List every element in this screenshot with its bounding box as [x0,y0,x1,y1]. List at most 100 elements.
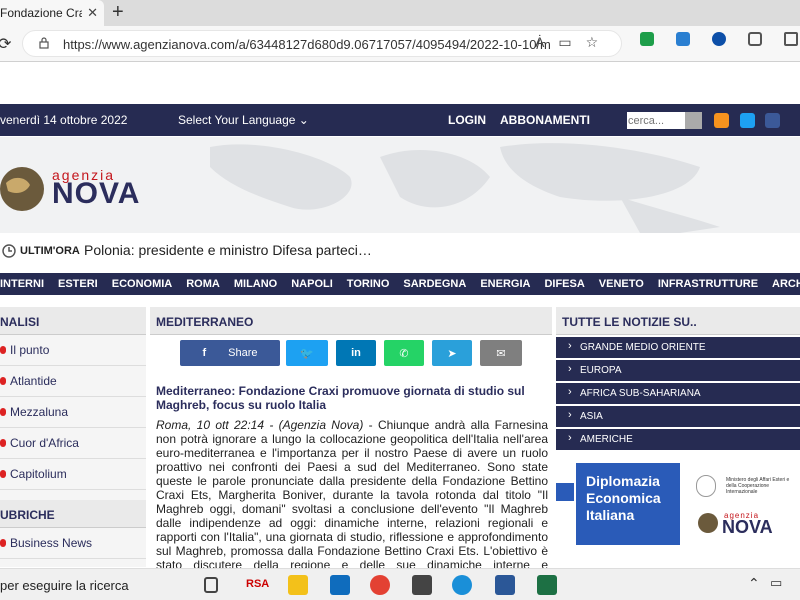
nav-economia[interactable]: ECONOMIA [112,278,173,290]
breaking-news-bar: ULTIM'ORA Polonia: presidente e ministro… [0,238,800,264]
extension-shield-icon[interactable] [676,32,690,46]
tab-title: Fondazione Craxi [0,6,82,20]
diplomazia-box: Diplomazia Economica Italiana [576,463,680,545]
nav-veneto[interactable]: VENETO [599,278,644,290]
sidebar-item-capitolium[interactable]: Capitolium [0,459,146,490]
nav-milano[interactable]: MILANO [234,278,277,290]
whatsapp-icon: ✆ [399,347,409,360]
ad-nova-globe-icon [698,513,718,533]
facebook-icon[interactable] [765,113,780,128]
article-dateline: Roma, 10 ott 22:14 - (Agenzia Nova) [156,418,364,432]
nav-difesa[interactable]: DIFESA [544,278,584,290]
word-icon[interactable] [495,575,515,595]
url-text: https://www.agenzianova.com/a/63448127d6… [63,37,551,52]
ad-logo-nova: NOVA [722,517,773,537]
region-link-asia[interactable]: ASIA [556,406,800,427]
nav-energia[interactable]: ENERGIA [480,278,530,290]
close-icon[interactable]: ✕ [87,5,98,21]
browser-tab[interactable]: Fondazione Craxi ✕ [0,0,104,26]
ad-line-1: Diplomazia [586,473,660,489]
task-view-icon[interactable] [204,577,218,593]
main-navigation: INTERNI ESTERI ECONOMIA ROMA MILANO NAPO… [0,273,800,295]
left-sidebar: NALISI Il punto Atlantide Mezzaluna Cuor… [0,307,146,567]
article-body: Roma, 10 ott 22:14 - (Agenzia Nova) - Ch… [156,418,548,568]
sidebar-item-cuor-dafrica[interactable]: Cuor d'Africa [0,428,146,459]
twitter-icon: 🐦 [300,347,314,360]
nav-infrastrutture[interactable]: INFRASTRUTTURE [658,278,758,290]
sidebar-item-business-news[interactable]: Business News [0,528,146,559]
breaking-label: ULTIM'ORA [20,245,80,257]
breaking-headline[interactable]: Polonia: presidente e ministro Difesa pa… [84,242,372,258]
ad-line-2: Economica [586,490,661,506]
analysis-header: NALISI [0,307,146,335]
ad-line-3: Italiana [586,507,635,523]
url-field[interactable]: https://www.agenzianova.com/a/63448127d6… [22,30,622,57]
taskbar-search[interactable]: per eseguire la ricerca [0,578,129,593]
nav-roma[interactable]: ROMA [186,278,220,290]
whatsapp-share-button[interactable]: ✆ [384,340,424,366]
rsa-app[interactable]: RSA [246,578,269,590]
address-bar: ⟳ https://www.agenzianova.com/a/63448127… [0,26,800,62]
sidebar-item-il-punto[interactable]: Il punto [0,335,146,366]
diplomazia-logo-icon [556,483,574,501]
current-date: venerdì 14 ottobre 2022 [0,113,128,127]
extensions-puzzle-icon[interactable] [748,32,762,46]
nav-interni[interactable]: INTERNI [0,278,44,290]
file-explorer-icon[interactable] [288,575,308,595]
language-selector[interactable]: Select Your Language ⌄ [178,113,309,127]
article-text: - Chiunque andrà alla Farnesina non potr… [156,418,548,568]
windows-taskbar: per eseguire la ricerca RSA ⌃ ▭ [0,568,800,600]
email-icon: ✉ [496,347,506,360]
browser-tab-bar: Fondazione Craxi ✕ + [0,0,800,26]
chrome-icon[interactable] [370,575,390,595]
ministry-label: Ministero degli Affari Esteri e della Co… [726,477,790,495]
columns-header: UBRICHE [0,500,146,528]
edge-icon[interactable] [452,575,472,595]
extension-blue-icon[interactable] [712,32,726,46]
app-icon[interactable] [412,575,432,595]
facebook-share-button[interactable]: f Share [180,340,280,366]
sidebar-item-atlantide[interactable]: Atlantide [0,366,146,397]
italy-emblem-icon [696,475,716,497]
chevron-up-icon[interactable]: ⌃ [748,575,760,592]
search-icon[interactable] [685,112,702,129]
network-icon[interactable]: ▭ [770,575,782,591]
site-banner: agenzia NOVA [0,137,800,233]
favorite-icon[interactable]: ☆ [586,34,599,51]
article-headline: Mediterraneo: Fondazione Craxi promuove … [156,384,525,412]
read-aloud-icon[interactable]: Ȧ [535,34,544,51]
linkedin-share-button[interactable]: in [336,340,376,366]
twitter-icon[interactable] [740,113,755,128]
collections-icon[interactable] [784,32,798,46]
region-link-europa[interactable]: EUROPA [556,360,800,381]
region-link-africa[interactable]: AFRICA SUB-SAHARIANA [556,383,800,404]
search-input[interactable] [627,112,685,129]
region-link-medio-oriente[interactable]: GRANDE MEDIO ORIENTE [556,337,800,358]
outlook-icon[interactable] [330,575,350,595]
right-sidebar: TUTTE LE NOTIZIE SU.. GRANDE MEDIO ORIEN… [556,307,800,567]
new-tab-icon[interactable]: + [112,2,124,22]
nav-sardegna[interactable]: SARDEGNA [403,278,466,290]
nav-esteri[interactable]: ESTERI [58,278,98,290]
diplomazia-ad[interactable]: Diplomazia Economica Italiana Ministero … [556,459,800,565]
nav-napoli[interactable]: NAPOLI [291,278,333,290]
all-news-header: TUTTE LE NOTIZIE SU.. [556,307,800,335]
region-link-americhe[interactable]: AMERICHE [556,429,800,450]
rss-icon[interactable] [714,113,729,128]
extension-green-icon[interactable] [640,32,654,46]
subscriptions-link[interactable]: ABBONAMENTI [500,113,590,127]
twitter-share-button[interactable]: 🐦 [286,340,328,366]
nav-archivio[interactable]: ARCHIVIO [772,278,800,290]
lock-icon [39,37,49,49]
globe-logo-icon [0,167,44,211]
app-available-icon[interactable]: ▭ [558,34,571,51]
telegram-share-button[interactable]: ➤ [432,340,472,366]
excel-icon[interactable] [537,575,557,595]
login-link[interactable]: LOGIN [448,113,486,127]
logo-nova: NOVA [52,177,141,210]
nav-torino[interactable]: TORINO [347,278,390,290]
linkedin-icon: in [351,347,361,359]
reload-icon[interactable]: ⟳ [0,34,11,54]
sidebar-item-mezzaluna[interactable]: Mezzaluna [0,397,146,428]
email-share-button[interactable]: ✉ [480,340,522,366]
